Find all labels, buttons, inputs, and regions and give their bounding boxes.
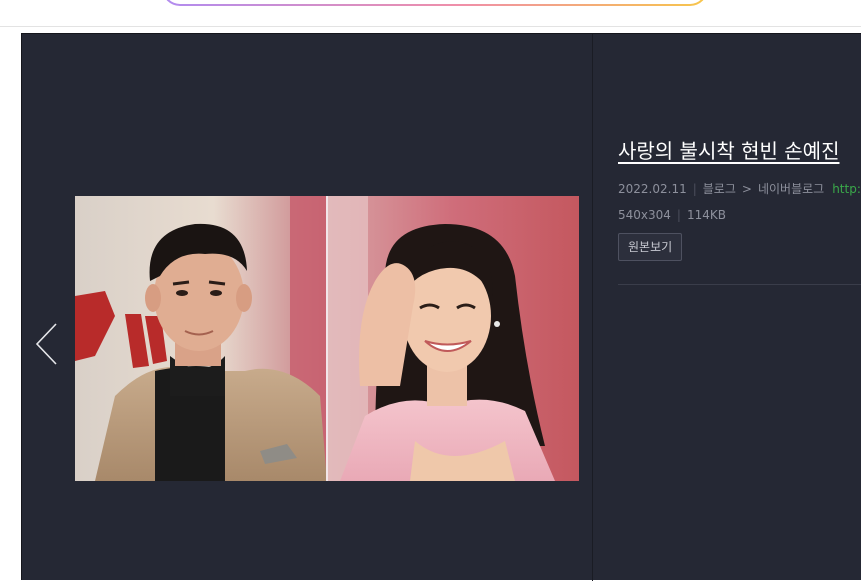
source-name: 네이버블로그 xyxy=(757,182,825,196)
category-label: 블로그 xyxy=(702,182,736,196)
preview-image[interactable] xyxy=(75,196,579,481)
meta-separator: | xyxy=(692,182,697,196)
meta-separator: | xyxy=(676,208,681,222)
chevron-left-icon xyxy=(35,323,57,365)
image-title-link[interactable]: 사랑의 불시착 현빈 손예진 xyxy=(618,135,839,164)
category-arrow: > xyxy=(741,182,752,196)
info-divider xyxy=(618,284,861,285)
image-date: 2022.02.11 xyxy=(618,182,687,196)
search-box[interactable] xyxy=(162,0,708,6)
view-original-button[interactable]: 원본보기 xyxy=(618,233,683,261)
image-meta-size: 540x304 | 114KB xyxy=(618,208,726,222)
image-file-size: 114KB xyxy=(686,208,726,222)
top-bar xyxy=(0,0,861,27)
previous-image-button[interactable] xyxy=(34,322,62,366)
source-url-link[interactable]: http://b xyxy=(832,182,861,196)
image-viewer: 사랑의 불시착 현빈 손예진 2022.02.11 | 블로그 > 네이버블로그 http… xyxy=(21,33,861,581)
search-box-inner[interactable] xyxy=(164,0,706,4)
info-panel: 사랑의 불시착 현빈 손예진 2022.02.11 | 블로그 > 네이버블로그 http… xyxy=(593,34,861,581)
image-meta-source: 2022.02.11 | 블로그 > 네이버블로그 http://b xyxy=(618,180,861,197)
photo-illustration xyxy=(75,196,579,481)
image-panel xyxy=(22,34,592,581)
image-dimensions: 540x304 xyxy=(618,208,671,222)
